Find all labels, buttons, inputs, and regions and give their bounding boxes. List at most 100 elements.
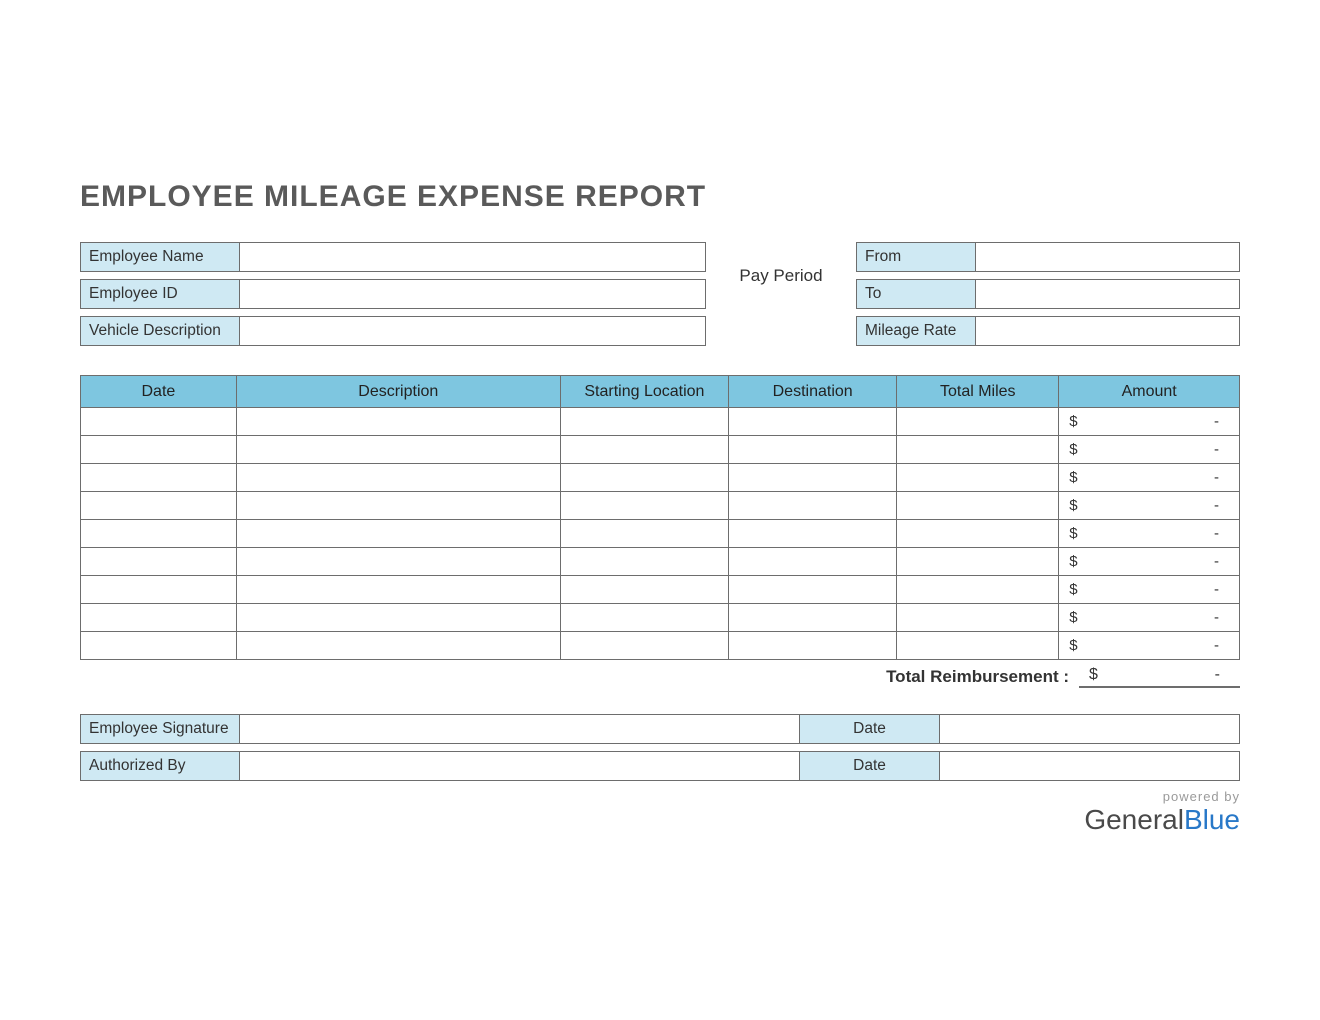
header-total-miles: Total Miles — [897, 376, 1059, 408]
cell-date[interactable] — [81, 408, 237, 436]
employee-signature-field[interactable] — [240, 714, 800, 744]
header-destination: Destination — [729, 376, 897, 408]
cell-description[interactable] — [236, 632, 560, 660]
cell-date[interactable] — [81, 520, 237, 548]
total-amount: - — [1215, 666, 1220, 684]
cell-date[interactable] — [81, 436, 237, 464]
total-reimbursement-row: Total Reimbursement : $ - — [80, 666, 1240, 688]
header-date: Date — [81, 376, 237, 408]
cell-amount[interactable]: $- — [1059, 520, 1240, 548]
to-label: To — [856, 279, 976, 309]
cell-dest[interactable] — [729, 436, 897, 464]
cell-description[interactable] — [236, 492, 560, 520]
brand-general: General — [1084, 804, 1184, 835]
cell-miles[interactable] — [897, 436, 1059, 464]
cell-miles[interactable] — [897, 604, 1059, 632]
report-title: EMPLOYEE MILEAGE EXPENSE REPORT — [80, 180, 1240, 214]
cell-miles[interactable] — [897, 464, 1059, 492]
cell-miles[interactable] — [897, 408, 1059, 436]
vehicle-description-field[interactable] — [240, 316, 706, 346]
header-description: Description — [236, 376, 560, 408]
cell-amount[interactable]: $- — [1059, 492, 1240, 520]
cell-miles[interactable] — [897, 492, 1059, 520]
to-field[interactable] — [976, 279, 1240, 309]
cell-dest[interactable] — [729, 492, 897, 520]
total-reimbursement-label: Total Reimbursement : — [886, 667, 1069, 687]
table-row: $- — [81, 632, 1240, 660]
cell-date[interactable] — [81, 492, 237, 520]
table-row: $- — [81, 520, 1240, 548]
cell-start[interactable] — [560, 520, 728, 548]
cell-dest[interactable] — [729, 604, 897, 632]
expense-table: Date Description Starting Location Desti… — [80, 375, 1240, 660]
cell-start[interactable] — [560, 408, 728, 436]
cell-description[interactable] — [236, 408, 560, 436]
brand-blue: Blue — [1184, 804, 1240, 835]
employee-signature-date-field[interactable] — [940, 714, 1240, 744]
cell-amount[interactable]: $- — [1059, 436, 1240, 464]
cell-start[interactable] — [560, 464, 728, 492]
authorized-by-field[interactable] — [240, 751, 800, 781]
from-label: From — [856, 242, 976, 272]
cell-miles[interactable] — [897, 520, 1059, 548]
cell-amount[interactable]: $- — [1059, 576, 1240, 604]
authorized-by-label: Authorized By — [80, 751, 240, 781]
from-field[interactable] — [976, 242, 1240, 272]
table-row: $- — [81, 408, 1240, 436]
cell-miles[interactable] — [897, 576, 1059, 604]
header-starting-location: Starting Location — [560, 376, 728, 408]
cell-description[interactable] — [236, 436, 560, 464]
employee-name-field[interactable] — [240, 242, 706, 272]
cell-dest[interactable] — [729, 520, 897, 548]
footer: powered by GeneralBlue — [80, 789, 1240, 836]
cell-description[interactable] — [236, 520, 560, 548]
cell-dest[interactable] — [729, 576, 897, 604]
cell-amount[interactable]: $- — [1059, 408, 1240, 436]
cell-amount[interactable]: $- — [1059, 604, 1240, 632]
authorized-date-field[interactable] — [940, 751, 1240, 781]
table-row: $- — [81, 464, 1240, 492]
cell-description[interactable] — [236, 464, 560, 492]
total-currency: $ — [1089, 666, 1098, 684]
cell-start[interactable] — [560, 436, 728, 464]
vehicle-description-label: Vehicle Description — [80, 316, 240, 346]
cell-miles[interactable] — [897, 548, 1059, 576]
cell-amount[interactable]: $- — [1059, 632, 1240, 660]
table-row: $- — [81, 548, 1240, 576]
cell-start[interactable] — [560, 604, 728, 632]
brand-logo: GeneralBlue — [80, 804, 1240, 836]
cell-date[interactable] — [81, 548, 237, 576]
cell-dest[interactable] — [729, 632, 897, 660]
info-section: Employee Name Employee ID Vehicle Descri… — [80, 242, 1240, 353]
cell-date[interactable] — [81, 464, 237, 492]
authorized-date-label: Date — [800, 751, 940, 781]
pay-period-label: Pay Period — [706, 242, 856, 286]
cell-date[interactable] — [81, 576, 237, 604]
cell-start[interactable] — [560, 548, 728, 576]
employee-name-label: Employee Name — [80, 242, 240, 272]
employee-id-label: Employee ID — [80, 279, 240, 309]
cell-description[interactable] — [236, 576, 560, 604]
employee-signature-date-label: Date — [800, 714, 940, 744]
table-row: $- — [81, 576, 1240, 604]
powered-by-text: powered by — [80, 789, 1240, 804]
cell-dest[interactable] — [729, 408, 897, 436]
cell-amount[interactable]: $- — [1059, 464, 1240, 492]
cell-date[interactable] — [81, 632, 237, 660]
employee-id-field[interactable] — [240, 279, 706, 309]
cell-start[interactable] — [560, 632, 728, 660]
cell-dest[interactable] — [729, 464, 897, 492]
cell-description[interactable] — [236, 548, 560, 576]
cell-dest[interactable] — [729, 548, 897, 576]
mileage-rate-field[interactable] — [976, 316, 1240, 346]
table-row: $- — [81, 492, 1240, 520]
employee-signature-label: Employee Signature — [80, 714, 240, 744]
mileage-rate-label: Mileage Rate — [856, 316, 976, 346]
cell-description[interactable] — [236, 604, 560, 632]
cell-date[interactable] — [81, 604, 237, 632]
cell-start[interactable] — [560, 492, 728, 520]
cell-start[interactable] — [560, 576, 728, 604]
header-amount: Amount — [1059, 376, 1240, 408]
cell-miles[interactable] — [897, 632, 1059, 660]
cell-amount[interactable]: $- — [1059, 548, 1240, 576]
